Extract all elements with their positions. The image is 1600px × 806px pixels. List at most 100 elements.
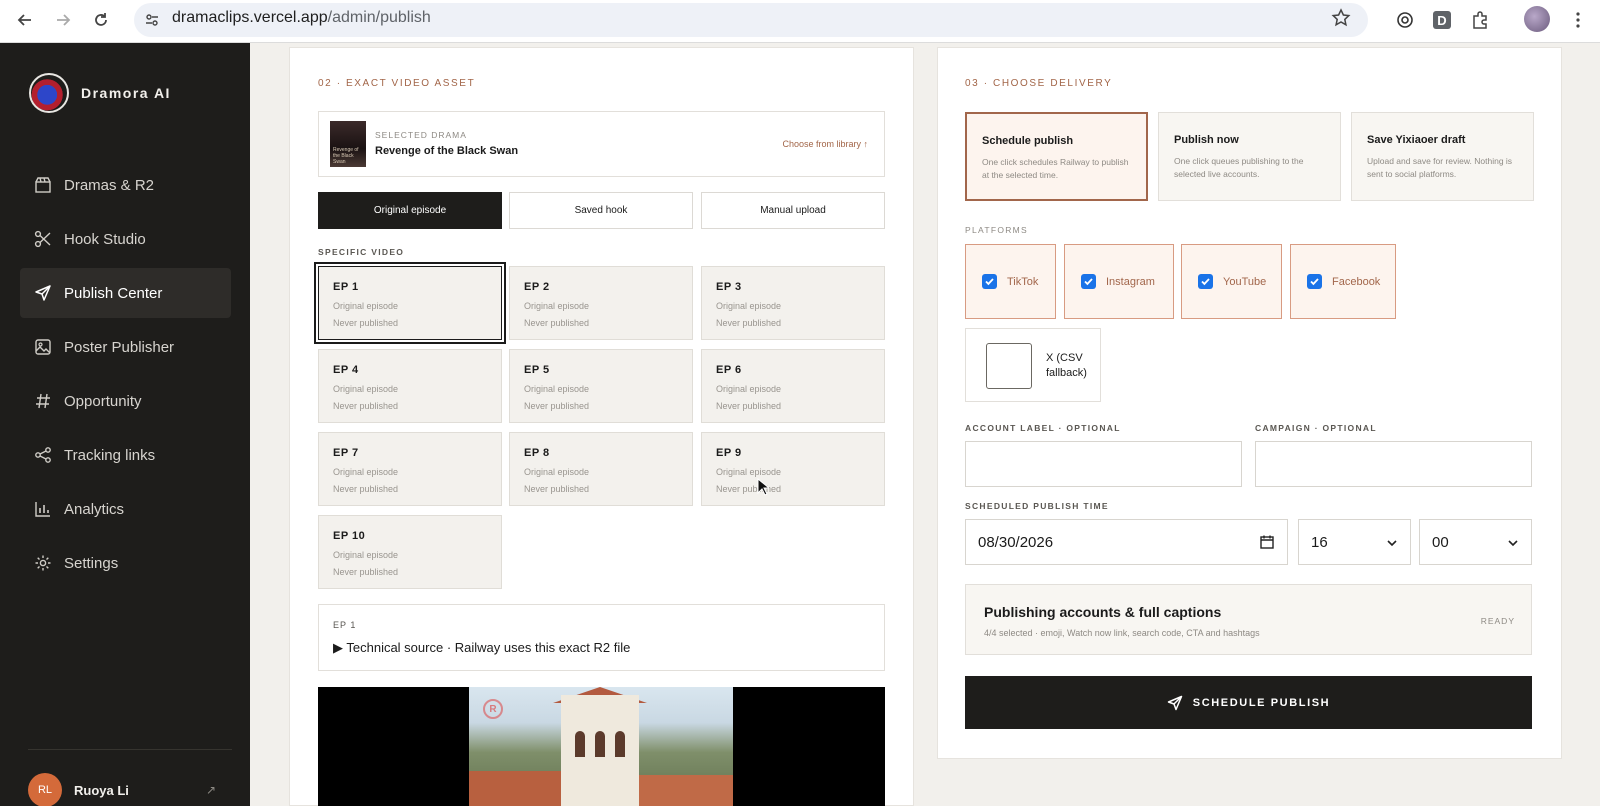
sidebar-item-analytics[interactable]: Analytics [20,484,231,534]
hash-icon [34,392,52,410]
tower-window [595,731,605,757]
episode-card-9[interactable]: EP 9 Original episode Never published [701,432,885,506]
sidebar-item-hook-studio[interactable]: Hook Studio [20,214,231,264]
episode-status: Never published [333,567,399,577]
profile-avatar-icon[interactable] [1524,6,1550,32]
share-icon [34,446,52,464]
url-text[interactable]: dramaclips.vercel.app/admin/publish [172,9,431,27]
sidebar-item-label: Analytics [64,500,125,518]
episode-card-1[interactable]: EP 1 Original episode Never published [314,262,506,344]
publishing-accounts-summary[interactable]: Publishing accounts & full captions 4/4 … [965,584,1532,655]
episode-type: Original episode [333,384,399,394]
platform-youtube[interactable]: YouTube [1181,244,1282,319]
sidebar-item-label: Hook Studio [64,230,146,248]
platform-facebook[interactable]: Facebook [1290,244,1396,319]
episode-card-6[interactable]: EP 6 Original episode Never published [701,349,885,423]
choose-from-library-link[interactable]: Choose from library ↑ [782,139,868,149]
account-label-input[interactable] [965,441,1242,487]
browser-toolbar: dramaclips.vercel.app/admin/publish D [0,0,1600,43]
url-path: /admin/publish [327,9,431,26]
episode-number: EP 9 [716,447,742,459]
schedule-publish-button[interactable]: SCHEDULE PUBLISH [965,676,1532,729]
selected-drama-card[interactable]: Revenge of the Black Swan SELECTED DRAMA… [318,111,885,177]
episode-card-5[interactable]: EP 5 Original episode Never published [509,349,693,423]
poster-title: Revenge of the Black Swan [333,147,359,165]
sidebar-item-tracking-links[interactable]: Tracking links [20,430,231,480]
sidebar-item-publish-center[interactable]: Publish Center [20,268,231,318]
checkbox-checked-icon[interactable] [1081,274,1096,289]
tab-saved-hook[interactable]: Saved hook [509,192,693,229]
episode-type: Original episode [333,550,399,560]
delivery-option-desc: One click schedules Railway to publish a… [982,157,1129,180]
episode-card-10[interactable]: EP 10 Original episode Never published [318,515,502,589]
openai-extension-icon[interactable] [1393,8,1417,32]
checkbox-checked-icon[interactable] [982,274,997,289]
site-info-icon[interactable] [140,8,164,32]
d-extension-icon[interactable]: D [1430,8,1454,32]
episode-number: EP 1 [333,281,359,293]
send-icon [1167,695,1183,711]
tower-window [615,731,625,757]
hour-select[interactable]: 16 [1298,519,1411,565]
delivery-option-desc: Upload and save for review. Nothing is s… [1367,156,1513,179]
publish-now-option[interactable]: Publish now One click queues publishing … [1158,112,1341,201]
video-watermark: R [483,699,503,719]
reload-icon[interactable] [88,7,114,33]
forward-icon[interactable] [50,7,76,33]
episode-type: Original episode [716,384,782,394]
sidebar-item-dramas[interactable]: Dramas & R2 [20,160,231,210]
video-preview[interactable]: R [318,687,885,806]
platform-label: Instagram [1106,275,1155,288]
sidebar-item-settings[interactable]: Settings [20,538,231,588]
episode-card-2[interactable]: EP 2 Original episode Never published [509,266,693,340]
schedule-time-label: SCHEDULED PUBLISH TIME [965,501,1109,511]
platform-x[interactable]: X (CSV fallback) [965,328,1101,402]
date-value: 08/30/2026 [978,534,1054,551]
tab-manual-upload[interactable]: Manual upload [701,192,885,229]
checkbox-checked-icon[interactable] [1198,274,1213,289]
episode-type: Original episode [333,301,399,311]
episode-number: EP 5 [524,364,550,376]
platforms-label: PLATFORMS [965,225,1029,235]
account-label-text[interactable] [966,442,1241,486]
campaign-input[interactable] [1255,441,1532,487]
episode-card-3[interactable]: EP 3 Original episode Never published [701,266,885,340]
sidebar-item-opportunity[interactable]: Opportunity [20,376,231,426]
episode-card-8[interactable]: EP 8 Original episode Never published [509,432,693,506]
account-label-field-label: ACCOUNT LABEL · OPTIONAL [965,423,1121,433]
checkbox-checked-icon[interactable] [1307,274,1322,289]
technical-source-details[interactable]: EP 1 ▶ Technical source · Railway uses t… [318,604,885,671]
delivery-option-title: Save Yixiaoer draft [1367,134,1466,146]
schedule-publish-label: SCHEDULE PUBLISH [1192,696,1331,709]
schedule-publish-option[interactable]: Schedule publish One click schedules Rai… [965,112,1148,201]
user-profile[interactable]: RL Ruoya Li ↗ [28,773,216,806]
technical-source-summary[interactable]: ▶ Technical source · Railway uses this e… [333,640,630,656]
calendar-icon[interactable] [1259,534,1275,550]
episode-number: EP 3 [716,281,742,293]
episode-card-4[interactable]: EP 4 Original episode Never published [318,349,502,423]
episode-type: Original episode [333,467,399,477]
browser-menu-icon[interactable] [1568,8,1588,32]
episode-number: EP 6 [716,364,742,376]
episode-number: EP 7 [333,447,359,459]
sidebar: Dramora AI Dramas & R2 Hook Studio Publi… [0,43,250,806]
accounts-title: Publishing accounts & full captions [984,604,1222,620]
episode-card-7[interactable]: EP 7 Original episode Never published [318,432,502,506]
campaign-text[interactable] [1256,442,1531,486]
date-input[interactable]: 08/30/2026 [965,519,1288,565]
external-arrow-icon[interactable]: ↗ [206,783,216,797]
brand[interactable]: Dramora AI [29,73,171,113]
minute-select[interactable]: 00 [1419,519,1532,565]
puzzle-extensions-icon[interactable] [1468,8,1492,32]
platform-label: Facebook [1332,275,1381,288]
episode-type: Original episode [716,467,782,477]
checkbox-unchecked[interactable] [986,343,1032,389]
save-draft-option[interactable]: Save Yixiaoer draft Upload and save for … [1351,112,1534,201]
bookmark-star-icon[interactable] [1331,8,1351,33]
platform-instagram[interactable]: Instagram [1064,244,1174,319]
back-icon[interactable] [12,7,38,33]
mouse-cursor-icon [757,477,771,496]
tab-original-episode[interactable]: Original episode [318,192,502,229]
sidebar-item-poster-publisher[interactable]: Poster Publisher [20,322,231,372]
platform-tiktok[interactable]: TikTok [965,244,1056,319]
